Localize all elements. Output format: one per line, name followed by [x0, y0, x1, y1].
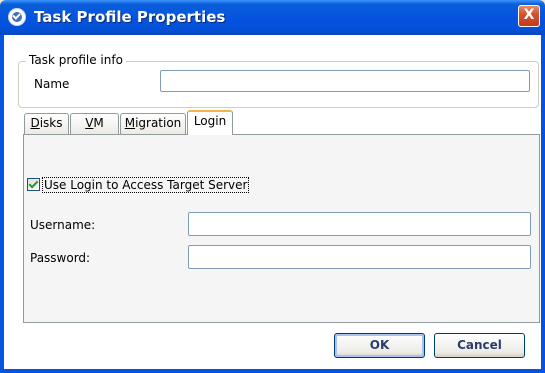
use-login-label[interactable]: Use Login to Access Target Server: [42, 177, 250, 193]
close-button[interactable]: X: [518, 5, 540, 27]
ok-button[interactable]: OK: [334, 333, 425, 358]
use-login-checkbox[interactable]: [27, 178, 40, 191]
username-label: Username:: [30, 218, 96, 232]
task-profile-properties-dialog: Task Profile Properties X Task profile i…: [0, 0, 545, 373]
tab-login[interactable]: Login: [187, 110, 233, 135]
tab-vm-label: M: [93, 116, 104, 130]
tab-migration[interactable]: Migration: [120, 113, 186, 134]
app-check-icon: [8, 8, 26, 26]
window-title: Task Profile Properties: [34, 8, 226, 26]
tab-disks[interactable]: Disks: [24, 113, 69, 134]
tab-disks-label: isks: [39, 116, 63, 130]
tab-migration-label: igration: [135, 116, 182, 130]
tab-login-label: Login: [193, 114, 227, 128]
tab-disks-mnemonic: D: [30, 116, 40, 130]
cancel-button[interactable]: Cancel: [434, 333, 525, 358]
window-frame-bottom: [0, 369, 545, 373]
name-field[interactable]: [160, 70, 530, 92]
tab-vm[interactable]: VM: [70, 113, 119, 134]
window-frame-right: [541, 35, 545, 373]
checkmark-icon: [28, 178, 39, 189]
name-label: Name: [34, 77, 70, 91]
group-legend: Task profile info: [26, 53, 126, 67]
password-label: Password:: [30, 251, 91, 265]
username-field[interactable]: [188, 212, 531, 236]
title-bar[interactable]: Task Profile Properties X: [0, 0, 545, 35]
password-field[interactable]: [188, 245, 531, 269]
close-icon: X: [523, 7, 535, 23]
tab-migration-mnemonic: M: [124, 116, 136, 130]
